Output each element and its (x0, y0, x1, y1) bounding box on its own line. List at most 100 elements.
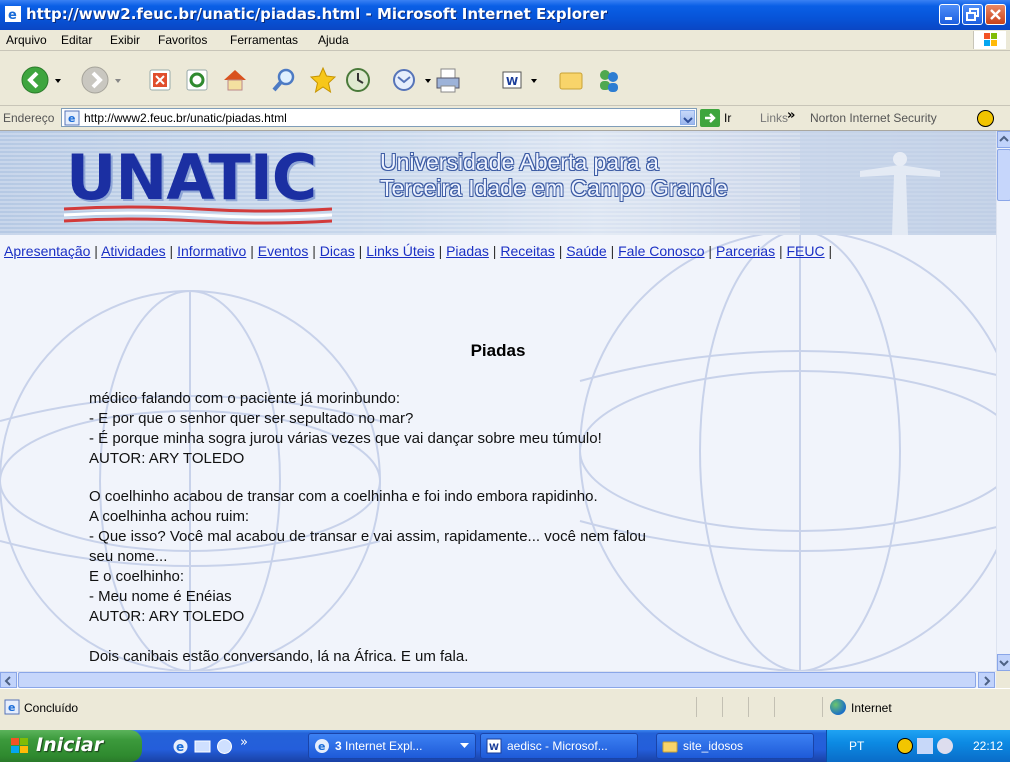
page-title: Piadas (470, 341, 526, 360)
nav-sep: | (708, 243, 713, 259)
go-arrow-icon[interactable] (700, 109, 720, 127)
links-label[interactable]: Links (760, 111, 788, 125)
joke-line: seu nome... (89, 548, 168, 565)
nav-link-saude[interactable]: Saúde (566, 243, 606, 259)
task-title: Internet Expl... (345, 739, 423, 753)
address-url[interactable]: http://www2.feuc.br/unatic/piadas.html (84, 111, 287, 125)
start-button[interactable]: Iniciar (0, 730, 142, 762)
task-internet-explorer[interactable]: e 3 Internet Expl... (308, 733, 476, 759)
clock[interactable]: 22:12 (973, 739, 1003, 753)
nav-link-apresentacao[interactable]: Apresentação (4, 243, 90, 259)
norton-label[interactable]: Norton Internet Security (810, 111, 937, 125)
joke-line: AUTOR: ARY TOLEDO (89, 608, 245, 625)
nav-sep: | (610, 243, 615, 259)
nav-link-receitas[interactable]: Receitas (500, 243, 554, 259)
refresh-icon[interactable] (182, 65, 212, 95)
task-title: site_idosos (683, 739, 744, 753)
back-dropdown-icon[interactable] (52, 65, 64, 95)
nav-link-dicas[interactable]: Dicas (320, 243, 355, 259)
scroll-left-button[interactable] (0, 672, 17, 688)
minimize-button[interactable] (939, 4, 960, 25)
status-bar: e Concluído Internet (0, 688, 1010, 731)
norton-tray-icon[interactable] (897, 738, 913, 754)
chevron-right-icon (984, 676, 991, 686)
internet-globe-icon (830, 699, 846, 715)
back-icon[interactable] (20, 65, 50, 95)
nav-link-fale-conosco[interactable]: Fale Conosco (618, 243, 704, 259)
search-icon[interactable] (270, 65, 300, 95)
joke-line: médico falando com o paciente já morinbu… (89, 390, 401, 407)
language-indicator[interactable]: PT (849, 739, 864, 753)
menu-arquivo[interactable]: Arquivo (6, 33, 47, 47)
nav-link-parcerias[interactable]: Parcerias (716, 243, 775, 259)
links-chevron-icon[interactable]: » (787, 108, 795, 123)
menu-ajuda[interactable]: Ajuda (318, 33, 349, 47)
ie-icon: e (315, 739, 329, 753)
vertical-scrollbar[interactable] (996, 131, 1010, 671)
status-divider (696, 697, 697, 717)
forward-dropdown-icon[interactable] (112, 65, 124, 95)
close-button[interactable] (985, 4, 1006, 25)
svg-text:W: W (506, 75, 518, 88)
mail-icon[interactable] (390, 65, 420, 95)
nav-link-informativo[interactable]: Informativo (177, 243, 246, 259)
task-folder[interactable]: site_idosos (656, 733, 814, 759)
nav-link-links-uteis[interactable]: Links Úteis (366, 243, 434, 259)
folder-icon[interactable] (556, 65, 586, 95)
nav-link-feuc[interactable]: FEUC (787, 243, 825, 259)
menu-ferramentas[interactable]: Ferramentas (230, 33, 298, 47)
media-quicklaunch-icon[interactable] (216, 738, 233, 755)
nav-link-piadas[interactable]: Piadas (446, 243, 489, 259)
messenger-icon[interactable] (594, 65, 624, 95)
edit-icon[interactable]: W (497, 65, 527, 95)
menu-exibir[interactable]: Exibir (110, 33, 140, 47)
chevron-left-icon (4, 676, 11, 686)
go-button[interactable]: Ir (724, 111, 731, 125)
site-banner: UNATIC Universidade Aberta para a Tercei… (0, 131, 996, 235)
quicklaunch-chevron-icon[interactable]: » (240, 735, 248, 750)
scroll-down-button[interactable] (997, 654, 1010, 671)
status-divider (722, 697, 723, 717)
home-icon[interactable] (220, 65, 250, 95)
svg-text:e: e (318, 740, 325, 753)
nav-link-atividades[interactable]: Atividades (101, 243, 166, 259)
nav-sep: | (358, 243, 363, 259)
nav-sep: | (169, 243, 174, 259)
menu-editar[interactable]: Editar (61, 33, 92, 47)
joke-line: A coelhinha achou ruim: (89, 508, 250, 525)
joke-3: Dois canibais estão conversando, lá na Á… (89, 647, 468, 667)
joke-2: O coelhinho acabou de transar com a coel… (89, 487, 646, 627)
task-count: 3 (335, 739, 342, 753)
joke-line: O coelhinho acabou de transar com a coel… (89, 488, 598, 505)
chevron-down-icon (460, 743, 469, 748)
norton-icon[interactable] (977, 110, 994, 127)
chevron-down-icon (683, 117, 693, 124)
desktop-quicklaunch-icon[interactable] (194, 738, 211, 755)
scroll-right-button[interactable] (978, 672, 995, 688)
joke-line: - É porque minha sogra jurou várias veze… (89, 430, 602, 447)
address-bar: Endereço e http://www2.feuc.br/unatic/pi… (0, 106, 1010, 131)
forward-icon[interactable] (80, 65, 110, 95)
maximize-button[interactable] (962, 4, 983, 25)
history-icon[interactable] (343, 65, 373, 95)
address-dropdown-button[interactable] (680, 110, 695, 125)
ie-quicklaunch-icon[interactable]: e (172, 738, 189, 755)
menu-favoritos[interactable]: Favoritos (158, 33, 207, 47)
toolbar: W (0, 51, 1010, 106)
scroll-up-button[interactable] (997, 131, 1010, 148)
horizontal-scrollbar[interactable] (0, 671, 996, 688)
address-input[interactable]: e http://www2.feuc.br/unatic/piadas.html (61, 108, 697, 127)
favorites-icon[interactable] (308, 65, 338, 95)
edit-dropdown-icon[interactable] (528, 65, 540, 95)
network-tray-icon[interactable] (917, 738, 933, 754)
print-icon[interactable] (433, 65, 463, 95)
volume-tray-icon[interactable] (937, 738, 953, 754)
minimize-icon (945, 17, 952, 20)
joke-line: AUTOR: ARY TOLEDO (89, 450, 245, 467)
stop-icon[interactable] (145, 65, 175, 95)
horizontal-scroll-thumb[interactable] (18, 672, 976, 688)
task-word[interactable]: W aedisc - Microsof... (480, 733, 638, 759)
nav-link-eventos[interactable]: Eventos (258, 243, 309, 259)
page-done-icon: e (4, 699, 20, 715)
vertical-scroll-thumb[interactable] (997, 149, 1010, 201)
